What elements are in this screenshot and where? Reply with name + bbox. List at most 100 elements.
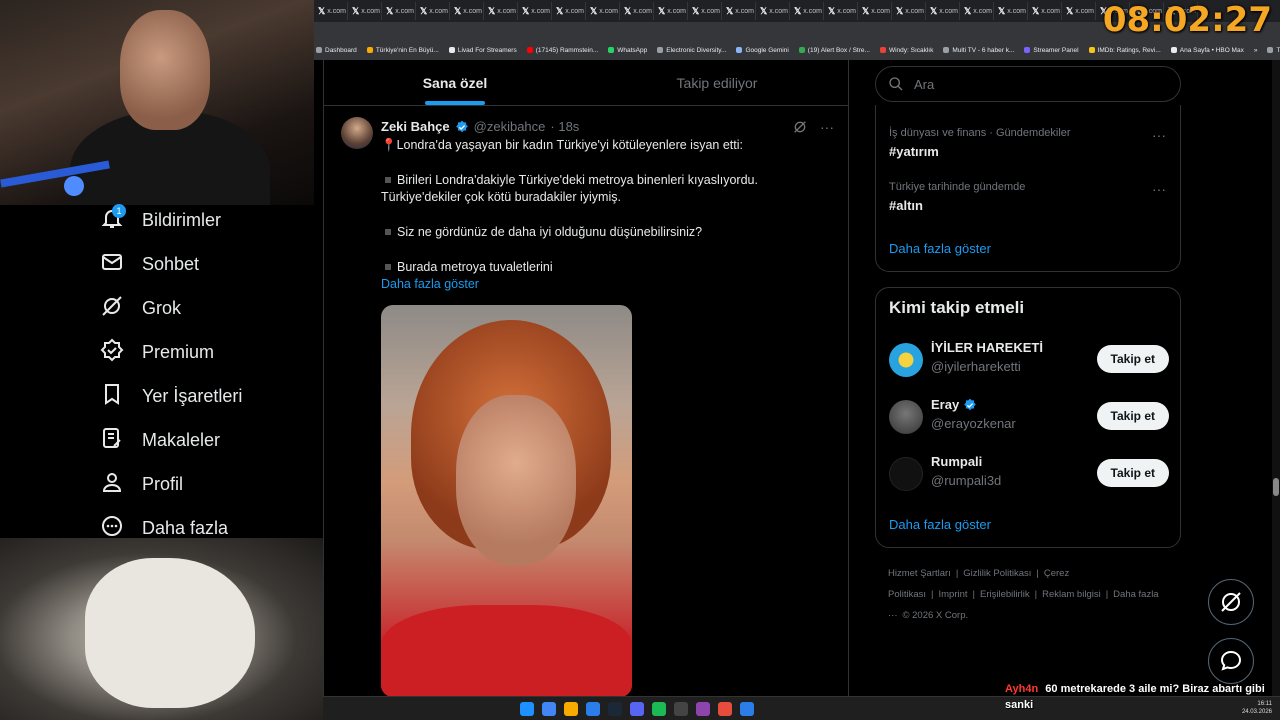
follow-button[interactable]: Takip et bbox=[1096, 459, 1169, 487]
bookmark-item[interactable]: Electronic Diversity... bbox=[657, 47, 726, 54]
browser-tab[interactable]: 𝕏x.com bbox=[688, 2, 722, 20]
bookmark-item[interactable]: Google Gemini bbox=[736, 47, 789, 54]
bookmark-item[interactable]: Tüm Yer İşaretleri bbox=[1267, 47, 1280, 54]
footer-link[interactable]: Hizmet Şartları bbox=[888, 568, 951, 579]
bookmark-item[interactable]: (19) Alert Box / Stre... bbox=[798, 47, 870, 54]
browser-tab[interactable]: 𝕏x.com bbox=[824, 2, 858, 20]
footer-link[interactable]: Gizlilik Politikası bbox=[963, 568, 1031, 579]
suggestion-handle[interactable]: @rumpali3d bbox=[931, 473, 1001, 488]
avatar[interactable] bbox=[889, 343, 923, 377]
browser-tab[interactable]: 𝕏x.com bbox=[722, 2, 756, 20]
bookmark-item[interactable]: Multi TV - 6 haber k... bbox=[943, 47, 1014, 54]
browser-tab[interactable]: 𝕏x.com bbox=[416, 2, 450, 20]
browser-tab[interactable]: 𝕏x.com bbox=[552, 2, 586, 20]
suggestion-name[interactable]: İYİLER HAREKETİ bbox=[931, 340, 1043, 355]
nav-item-mail[interactable]: Sohbet bbox=[100, 249, 199, 279]
trend-more-icon[interactable]: ··· bbox=[1152, 127, 1166, 143]
taskbar-app-icon[interactable] bbox=[564, 702, 578, 716]
bookmark-item[interactable]: (17145) Rammstein... bbox=[526, 47, 598, 54]
bookmark-item[interactable]: Windy: Sıcaklık bbox=[879, 47, 933, 54]
browser-tab[interactable]: 𝕏x.com bbox=[994, 2, 1028, 20]
browser-tab[interactable]: 𝕏x.com bbox=[960, 2, 994, 20]
suggestion-item[interactable]: Rumpali @rumpali3d Takip et bbox=[889, 454, 1169, 494]
tab-for-you[interactable]: Sana özel bbox=[324, 60, 586, 105]
taskbar-app-icon[interactable] bbox=[718, 702, 732, 716]
footer-link[interactable]: Erişilebilirlik bbox=[980, 589, 1030, 600]
bookmark-item[interactable]: » bbox=[1254, 47, 1258, 54]
page-scrollbar[interactable] bbox=[1272, 60, 1280, 696]
suggestion-name[interactable]: Eray bbox=[931, 397, 959, 412]
browser-tab[interactable]: 𝕏x.com bbox=[450, 2, 484, 20]
taskbar-app-icon[interactable] bbox=[652, 702, 666, 716]
taskbar-app-icon[interactable] bbox=[630, 702, 644, 716]
nav-item-bookmark[interactable]: Yer İşaretleri bbox=[100, 381, 242, 411]
tweet-author-name[interactable]: Zeki Bahçe bbox=[381, 119, 450, 134]
nav-item-article[interactable]: Makaleler bbox=[100, 425, 220, 455]
tweet[interactable]: Zeki Bahçe @zekibahce · 18s ··· 📍Londra'… bbox=[324, 107, 848, 697]
nav-item-person[interactable]: Profil bbox=[100, 469, 183, 499]
more-options-icon[interactable]: ··· bbox=[820, 119, 834, 135]
bookmark-item[interactable]: Dashboard bbox=[316, 47, 357, 54]
browser-tab[interactable]: 𝕏x.com bbox=[1028, 2, 1062, 20]
trend-tag[interactable]: #yatırım bbox=[889, 144, 1071, 159]
browser-tab[interactable]: 𝕏x.com bbox=[314, 2, 348, 20]
scrollbar-thumb[interactable] bbox=[1273, 478, 1279, 496]
follow-button[interactable]: Takip et bbox=[1096, 402, 1169, 430]
trends-show-more-link[interactable]: Daha fazla göster bbox=[889, 241, 991, 256]
tweet-timestamp[interactable]: · 18s bbox=[550, 119, 579, 134]
suggestion-handle[interactable]: @iyilerhareketti bbox=[931, 359, 1021, 374]
browser-tab[interactable]: 𝕏x.com bbox=[586, 2, 620, 20]
browser-tab[interactable]: 𝕏x.com bbox=[348, 2, 382, 20]
taskbar-app-icon[interactable] bbox=[586, 702, 600, 716]
avatar[interactable] bbox=[889, 457, 923, 491]
who-show-more-link[interactable]: Daha fazla göster bbox=[889, 517, 991, 532]
grok-icon[interactable] bbox=[792, 119, 808, 135]
tab-following[interactable]: Takip ediliyor bbox=[586, 60, 848, 105]
trend-more-icon[interactable]: ··· bbox=[1152, 181, 1166, 197]
nav-item-grok[interactable]: Grok bbox=[100, 293, 181, 323]
search-bar[interactable]: Ara bbox=[875, 66, 1181, 102]
grok-fab-button[interactable] bbox=[1208, 579, 1254, 625]
suggestion-handle[interactable]: @erayozkenar bbox=[931, 416, 1016, 431]
browser-tab[interactable]: 𝕏x.com bbox=[484, 2, 518, 20]
trend-item[interactable]: Türkiye tarihinde gündemde #altın bbox=[889, 181, 1025, 213]
browser-tab[interactable]: 𝕏x.com bbox=[790, 2, 824, 20]
browser-tab[interactable]: 𝕏x.com bbox=[858, 2, 892, 20]
footer-link[interactable]: Reklam bilgisi bbox=[1042, 589, 1101, 600]
search-input[interactable]: Ara bbox=[914, 77, 934, 92]
messages-fab-button[interactable] bbox=[1208, 638, 1254, 684]
avatar[interactable] bbox=[341, 117, 373, 149]
bookmark-item[interactable]: WhatsApp bbox=[608, 47, 647, 54]
trend-tag[interactable]: #altın bbox=[889, 198, 1025, 213]
bookmark-item[interactable]: IMDb: Ratings, Revi... bbox=[1088, 47, 1161, 54]
footer-link[interactable]: Imprint bbox=[938, 589, 967, 600]
avatar[interactable] bbox=[889, 400, 923, 434]
suggestion-item[interactable]: İYİLER HAREKETİ @iyilerhareketti Takip e… bbox=[889, 340, 1169, 380]
tweet-author-handle[interactable]: @zekibahce bbox=[474, 119, 546, 134]
browser-tab[interactable]: 𝕏x.com bbox=[926, 2, 960, 20]
bookmark-item[interactable]: Türkiye'nin En Büyü... bbox=[366, 47, 439, 54]
nav-item-verified-badge[interactable]: Premium bbox=[100, 337, 214, 367]
taskbar-app-icon[interactable] bbox=[520, 702, 534, 716]
browser-tab[interactable]: 𝕏x.com bbox=[620, 2, 654, 20]
footer-link[interactable]: © 2026 X Corp. bbox=[903, 610, 969, 621]
suggestion-item[interactable]: Eray @erayozkenar Takip et bbox=[889, 397, 1169, 437]
nav-item-bell[interactable]: 1 Bildirimler bbox=[100, 203, 221, 235]
browser-tab[interactable]: 𝕏x.com bbox=[892, 2, 926, 20]
taskbar-app-icon[interactable] bbox=[696, 702, 710, 716]
bookmark-item[interactable]: Livad For Streamers bbox=[448, 47, 517, 54]
browser-tab[interactable]: 𝕏x.com bbox=[518, 2, 552, 20]
browser-tab[interactable]: 𝕏x.com bbox=[756, 2, 790, 20]
browser-tab[interactable]: 𝕏x.com bbox=[1062, 2, 1096, 20]
taskbar-app-icon[interactable] bbox=[740, 702, 754, 716]
follow-button[interactable]: Takip et bbox=[1096, 345, 1169, 373]
suggestion-name[interactable]: Rumpali bbox=[931, 454, 982, 469]
browser-tab[interactable]: 𝕏x.com bbox=[382, 2, 416, 20]
bookmark-item[interactable]: Streamer Panel bbox=[1024, 47, 1079, 54]
show-more-link[interactable]: Daha fazla göster bbox=[381, 277, 479, 291]
taskbar-app-icon[interactable] bbox=[674, 702, 688, 716]
taskbar-app-icon[interactable] bbox=[542, 702, 556, 716]
bookmark-item[interactable]: Ana Sayfa • HBO Max bbox=[1170, 47, 1244, 54]
trend-item[interactable]: İş dünyası ve finans · Gündemdekiler #ya… bbox=[889, 127, 1071, 159]
taskbar-app-icon[interactable] bbox=[608, 702, 622, 716]
